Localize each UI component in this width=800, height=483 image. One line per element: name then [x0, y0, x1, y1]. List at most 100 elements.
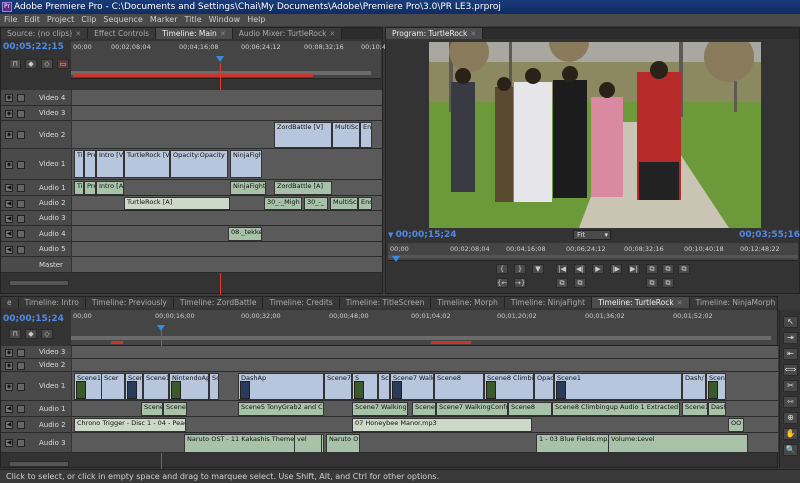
- play-icon[interactable]: ▶: [592, 264, 604, 274]
- clip[interactable]: MultiScen: [332, 122, 360, 148]
- clip[interactable]: Scene1: [143, 373, 169, 400]
- snap-icon[interactable]: ⊓: [9, 329, 21, 339]
- menu-edit[interactable]: Edit: [24, 15, 40, 24]
- lock-icon[interactable]: [17, 348, 25, 357]
- speaker-icon[interactable]: ◀: [5, 214, 13, 223]
- clip[interactable]: Dash/: [682, 373, 706, 400]
- track-header-video-4[interactable]: ◉ Video 4: [1, 90, 71, 106]
- menu-help[interactable]: Help: [247, 15, 265, 24]
- clip[interactable]: Dash: [708, 402, 726, 416]
- ripple-edit-icon[interactable]: ⇤: [783, 348, 798, 360]
- clip[interactable]: Scene1: [682, 402, 708, 416]
- tab-timeline-0[interactable]: e: [1, 297, 19, 308]
- lift-icon[interactable]: ⧉: [646, 264, 658, 274]
- eye-icon[interactable]: ◉: [5, 94, 13, 102]
- zoom-fit-dropdown[interactable]: Fit ▾: [573, 230, 611, 240]
- clip[interactable]: Scene1: [554, 373, 682, 400]
- program-scroll-bar[interactable]: [388, 255, 798, 258]
- step-back-icon[interactable]: ◀|: [574, 264, 586, 274]
- main-timecode[interactable]: 00;05;22;15: [3, 42, 67, 56]
- rolling-edit-icon[interactable]: ⟺: [783, 364, 798, 376]
- extract-icon[interactable]: ⧉: [662, 264, 674, 274]
- marker-icon[interactable]: ◆: [25, 59, 37, 69]
- clip[interactable]: vel: [294, 434, 322, 453]
- eye-icon[interactable]: ◉: [5, 348, 13, 357]
- in-out-icon[interactable]: ▭: [57, 59, 69, 69]
- clip[interactable]: Chrono Trigger - Disc 1 - 04 - Peace: [74, 418, 186, 432]
- lock-icon[interactable]: [17, 109, 25, 118]
- clip[interactable]: Ti: [74, 150, 84, 178]
- clip[interactable]: NinjaFight [: [230, 181, 266, 195]
- tab-source-0[interactable]: Source: (no clips) ✕: [1, 28, 89, 39]
- clip[interactable]: Scene5 TonyGrab2 and Co: [238, 402, 324, 416]
- clip[interactable]: Scene8 Climbingup Audio 1 Extracted: [552, 402, 680, 416]
- tab-timeline-2[interactable]: Timeline: Previously: [85, 297, 174, 308]
- track-header-audio-3[interactable]: ◀ Audio 3: [1, 433, 71, 453]
- lock-icon[interactable]: [17, 131, 25, 139]
- clip[interactable]: 30_-_: [304, 197, 328, 210]
- track-select-icon[interactable]: ⇥: [783, 332, 798, 344]
- lock-icon[interactable]: [17, 199, 25, 208]
- eye-icon[interactable]: ◉: [5, 382, 13, 391]
- program-playhead-marker[interactable]: [392, 256, 400, 262]
- trim-icon[interactable]: ⧉: [646, 278, 658, 288]
- clip[interactable]: Scene7 Walking: [352, 402, 408, 416]
- clip[interactable]: Pre: [84, 181, 96, 195]
- lock-icon[interactable]: [17, 421, 25, 429]
- clip[interactable]: Volume:Level: [608, 434, 748, 453]
- keyframe-icon[interactable]: ◇: [41, 329, 53, 339]
- main-playhead-marker[interactable]: [216, 56, 224, 62]
- mark-in-icon[interactable]: {: [496, 264, 508, 274]
- main-zoom-slider[interactable]: [9, 280, 69, 286]
- clip[interactable]: Scene7 Walkin: [412, 402, 436, 416]
- program-video-frame[interactable]: [429, 42, 761, 228]
- program-timecode[interactable]: ▼ 00;00;15;24: [388, 230, 468, 241]
- tab-timeline-7[interactable]: Timeline: NinjaFight: [504, 297, 593, 308]
- go-to-out-icon[interactable]: ▶|: [628, 264, 640, 274]
- tab-timeline-4[interactable]: Timeline: Credits: [263, 297, 340, 308]
- export-frame-icon[interactable]: ⧉: [678, 264, 690, 274]
- track-header-audio-1[interactable]: ◀ Audio 1: [1, 180, 71, 196]
- selection-tool-icon[interactable]: ↖: [783, 316, 798, 328]
- clip[interactable]: End: [360, 122, 372, 148]
- go-to-in-point-icon[interactable]: {←: [496, 278, 508, 288]
- clip[interactable]: ZordBattle [A]: [274, 181, 332, 195]
- speaker-icon[interactable]: ◀: [5, 199, 13, 208]
- shuttle-icon[interactable]: ⧉: [556, 278, 568, 288]
- clip[interactable]: Opacity:Opacity: [170, 150, 228, 178]
- speaker-icon[interactable]: ◀: [5, 245, 13, 254]
- clip[interactable]: TurtleRock [V]: [124, 150, 170, 178]
- clip[interactable]: Scene7 WalkingConfu: [436, 402, 508, 416]
- lock-icon[interactable]: [17, 214, 25, 223]
- output-icon[interactable]: ⧉: [662, 278, 674, 288]
- tab-program[interactable]: Program: TurtleRock ✕: [386, 28, 484, 39]
- menu-clip[interactable]: Clip: [81, 15, 96, 24]
- clip[interactable]: DashAp: [238, 373, 324, 400]
- clip[interactable]: Scene7 Walkin: [378, 373, 390, 400]
- clip[interactable]: OO: [728, 418, 744, 432]
- hand-tool-icon[interactable]: ✋: [783, 428, 798, 440]
- clip[interactable]: Scene8: [508, 402, 552, 416]
- tab-timeline-3[interactable]: Timeline: ZordBattle: [173, 297, 264, 308]
- track-header-video-3[interactable]: ◉ Video 3: [1, 106, 71, 121]
- program-time-ruler[interactable]: 00;00 00;02;08;04 00;04;16;08 00;06;24;12 00…: [388, 243, 798, 261]
- speaker-icon[interactable]: ◀: [5, 405, 13, 413]
- speaker-icon[interactable]: ◀: [5, 230, 13, 238]
- clip[interactable]: Scer: [101, 373, 125, 400]
- keyframe-icon[interactable]: ◇: [41, 59, 53, 69]
- close-icon[interactable]: ✕: [329, 30, 335, 38]
- timeline-time-ruler[interactable]: 00;00 00;00;16;00 00;00;32;00 00;00;48;00 00…: [71, 310, 777, 346]
- clip[interactable]: 30_-_Migh: [264, 197, 302, 210]
- main-time-ruler[interactable]: 00;00 00;02;08;04 00;04;16;08 00;06;24;12 00…: [71, 41, 401, 79]
- menu-sequence[interactable]: Sequence: [103, 15, 142, 24]
- tab-timeline-9[interactable]: Timeline: NinjaMorph: [689, 297, 777, 308]
- close-icon[interactable]: ✕: [677, 299, 683, 307]
- clip[interactable]: Scene1: [163, 402, 187, 416]
- tab-timeline-6[interactable]: Timeline: Morph: [431, 297, 505, 308]
- eye-icon[interactable]: ◉: [5, 361, 13, 370]
- track-header-video-1[interactable]: ◉ Video 1: [1, 372, 71, 401]
- timeline-zoom-slider[interactable]: [9, 461, 69, 467]
- lock-icon[interactable]: [17, 382, 25, 391]
- track-header-audio-5[interactable]: ◀ Audio 5: [1, 242, 71, 257]
- lock-icon[interactable]: [17, 160, 25, 169]
